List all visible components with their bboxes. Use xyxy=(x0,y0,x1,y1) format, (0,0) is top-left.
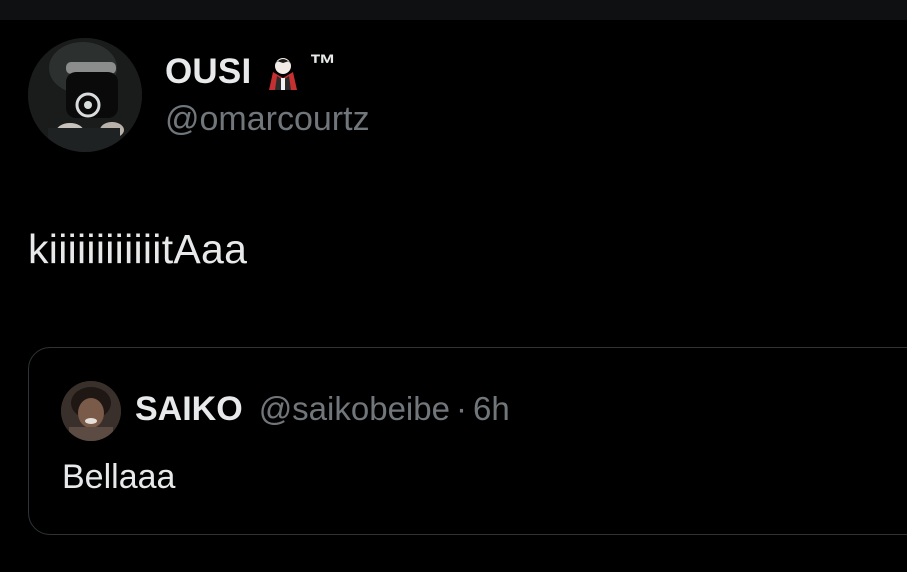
quoted-author-avatar-image xyxy=(61,381,121,441)
quoted-author-avatar[interactable] xyxy=(61,381,121,441)
quoted-tweet-card[interactable]: SAIKO @saikobeibe · 6h Bellaaa xyxy=(28,347,907,535)
quoted-author-name[interactable]: SAIKO xyxy=(135,390,243,429)
quoted-tweet-text: Bellaaa xyxy=(62,458,176,496)
author-name[interactable]: OUSI xyxy=(165,52,251,92)
top-bar xyxy=(0,0,907,20)
quoted-tweet-header: SAIKO @saikobeibe · 6h xyxy=(135,390,510,429)
vampire-icon xyxy=(263,52,303,92)
author-avatar-image xyxy=(28,38,142,152)
author-handle[interactable]: @omarcourtz xyxy=(165,100,370,139)
quoted-timestamp[interactable]: 6h xyxy=(473,390,510,428)
trademark-symbol: ™ xyxy=(309,48,337,79)
quoted-separator: · xyxy=(455,390,467,427)
author-avatar[interactable] xyxy=(28,38,142,152)
author-name-row: OUSI ™ xyxy=(165,48,337,94)
quoted-author-handle[interactable]: @saikobeibe xyxy=(259,390,450,428)
tweet-text: kiiiiiiiiiiiitAaa xyxy=(28,226,248,272)
